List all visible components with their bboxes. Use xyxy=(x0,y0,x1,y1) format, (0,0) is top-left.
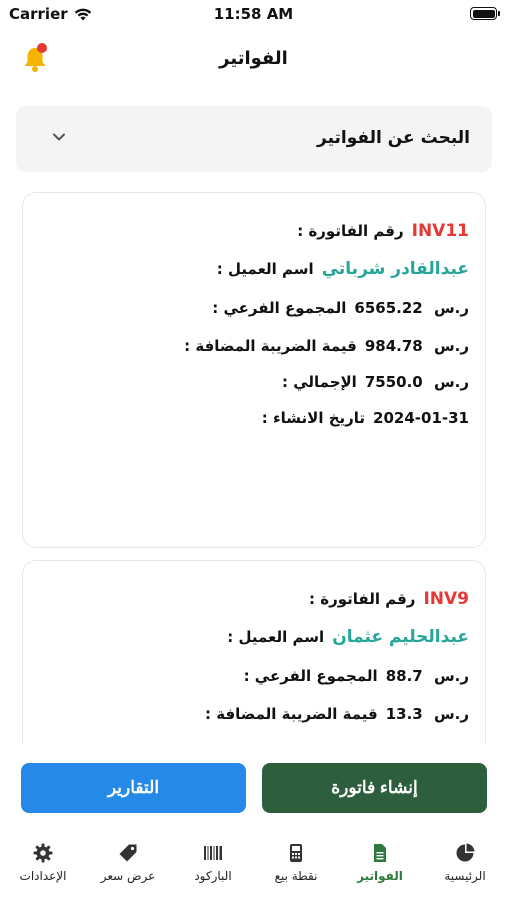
tax-value: 984.78 ر.س xyxy=(364,337,469,355)
pos-icon xyxy=(290,844,302,862)
total-row: الإجمالي : 7550.0 ر.س xyxy=(282,373,469,391)
tab-quote[interactable]: عرض سعر xyxy=(88,843,168,883)
tax-label: قيمة الضريبة المضافة : xyxy=(205,705,378,723)
client-row: اسم العميل : عبدالقادر شرباتي xyxy=(217,259,469,279)
subtotal-row: المجموع الفرعي : 6565.22 ر.س xyxy=(212,299,469,317)
tax-label: قيمة الضريبة المضافة : xyxy=(184,337,357,355)
tab-barcode[interactable]: الباركود xyxy=(173,843,253,883)
currency-label: ر.س xyxy=(433,337,469,355)
subtotal-row: المجموع الفرعي : 88.7 ر.س xyxy=(244,667,469,685)
client-name: عبدالقادر شرباتي xyxy=(321,259,469,279)
total-value: 7550.0 ر.س xyxy=(364,373,469,391)
pie-chart-icon xyxy=(456,843,475,862)
invoice-list[interactable]: رقم الفاتورة : INV11 اسم العميل : عبدالق… xyxy=(0,180,507,745)
tax-row: قيمة الضريبة المضافة : 13.3 ر.س xyxy=(205,705,469,723)
tab-invoices[interactable]: الفواتير xyxy=(340,843,420,883)
invoice-number: INV11 xyxy=(411,221,469,241)
tab-home[interactable]: الرئيسية xyxy=(425,843,505,883)
invoice-icon xyxy=(374,844,386,862)
subtotal-value: 88.7 ر.س xyxy=(385,667,469,685)
created-date: 2024-01-31 xyxy=(373,409,469,427)
price-tag-icon xyxy=(119,844,137,862)
currency-label: ر.س xyxy=(433,373,469,391)
tab-quote-label: عرض سعر xyxy=(100,869,156,883)
currency-label: ر.س xyxy=(433,667,469,685)
search-label: البحث عن الفواتير xyxy=(317,128,470,148)
bottom-tab-bar: الرئيسية الفواتير نقطة بيع الباركود عرض … xyxy=(0,833,507,900)
tax-value: 13.3 ر.س xyxy=(385,705,469,723)
tax-row: قيمة الضريبة المضافة : 984.78 ر.س xyxy=(184,337,469,355)
tab-home-label: الرئيسية xyxy=(444,869,486,883)
invoice-number: INV9 xyxy=(423,589,469,609)
tab-settings-label: الإعدادات xyxy=(19,869,67,883)
tab-barcode-label: الباركود xyxy=(194,869,232,883)
currency-label: ر.س xyxy=(433,705,469,723)
create-invoice-button[interactable]: إنشاء فاتورة xyxy=(262,763,487,813)
invoice-number-row: رقم الفاتورة : INV9 xyxy=(309,589,469,609)
gear-icon xyxy=(33,843,53,863)
subtotal-value: 6565.22 ر.س xyxy=(354,299,469,317)
currency-label: ر.س xyxy=(433,299,469,317)
invoice-card[interactable]: رقم الفاتورة : INV9 اسم العميل : عبدالحل… xyxy=(22,560,486,745)
client-label: اسم العميل : xyxy=(227,628,325,646)
invoice-number-row: رقم الفاتورة : INV11 xyxy=(297,221,469,241)
subtotal-label: المجموع الفرعي : xyxy=(243,667,378,685)
client-label: اسم العميل : xyxy=(216,260,314,278)
battery-icon xyxy=(470,7,500,20)
app-header: الفواتير xyxy=(0,40,507,82)
chevron-down-icon xyxy=(53,133,65,141)
barcode-icon xyxy=(204,846,222,860)
reports-button[interactable]: التقارير xyxy=(21,763,246,813)
tab-settings[interactable]: الإعدادات xyxy=(3,843,83,883)
tab-pos-label: نقطة بيع xyxy=(274,869,318,883)
tab-pos[interactable]: نقطة بيع xyxy=(256,843,336,883)
client-name: عبدالحليم عثمان xyxy=(332,627,469,647)
subtotal-label: المجموع الفرعي : xyxy=(212,299,347,317)
total-label: الإجمالي : xyxy=(281,373,357,391)
invoice-card[interactable]: رقم الفاتورة : INV11 اسم العميل : عبدالق… xyxy=(22,192,486,548)
status-time: 11:58 AM xyxy=(213,5,294,23)
status-bar: Carrier 11:58 AM xyxy=(0,0,507,30)
invoice-number-label: رقم الفاتورة : xyxy=(297,222,404,240)
invoice-search-dropdown[interactable]: البحث عن الفواتير xyxy=(16,106,492,172)
page-title: الفواتير xyxy=(219,48,288,69)
date-label: تاريخ الانشاء : xyxy=(261,409,366,427)
tab-invoices-label: الفواتير xyxy=(357,869,403,883)
client-row: اسم العميل : عبدالحليم عثمان xyxy=(227,627,469,647)
invoice-number-label: رقم الفاتورة : xyxy=(309,590,416,608)
date-row: تاريخ الانشاء : 2024-01-31 xyxy=(262,409,469,427)
